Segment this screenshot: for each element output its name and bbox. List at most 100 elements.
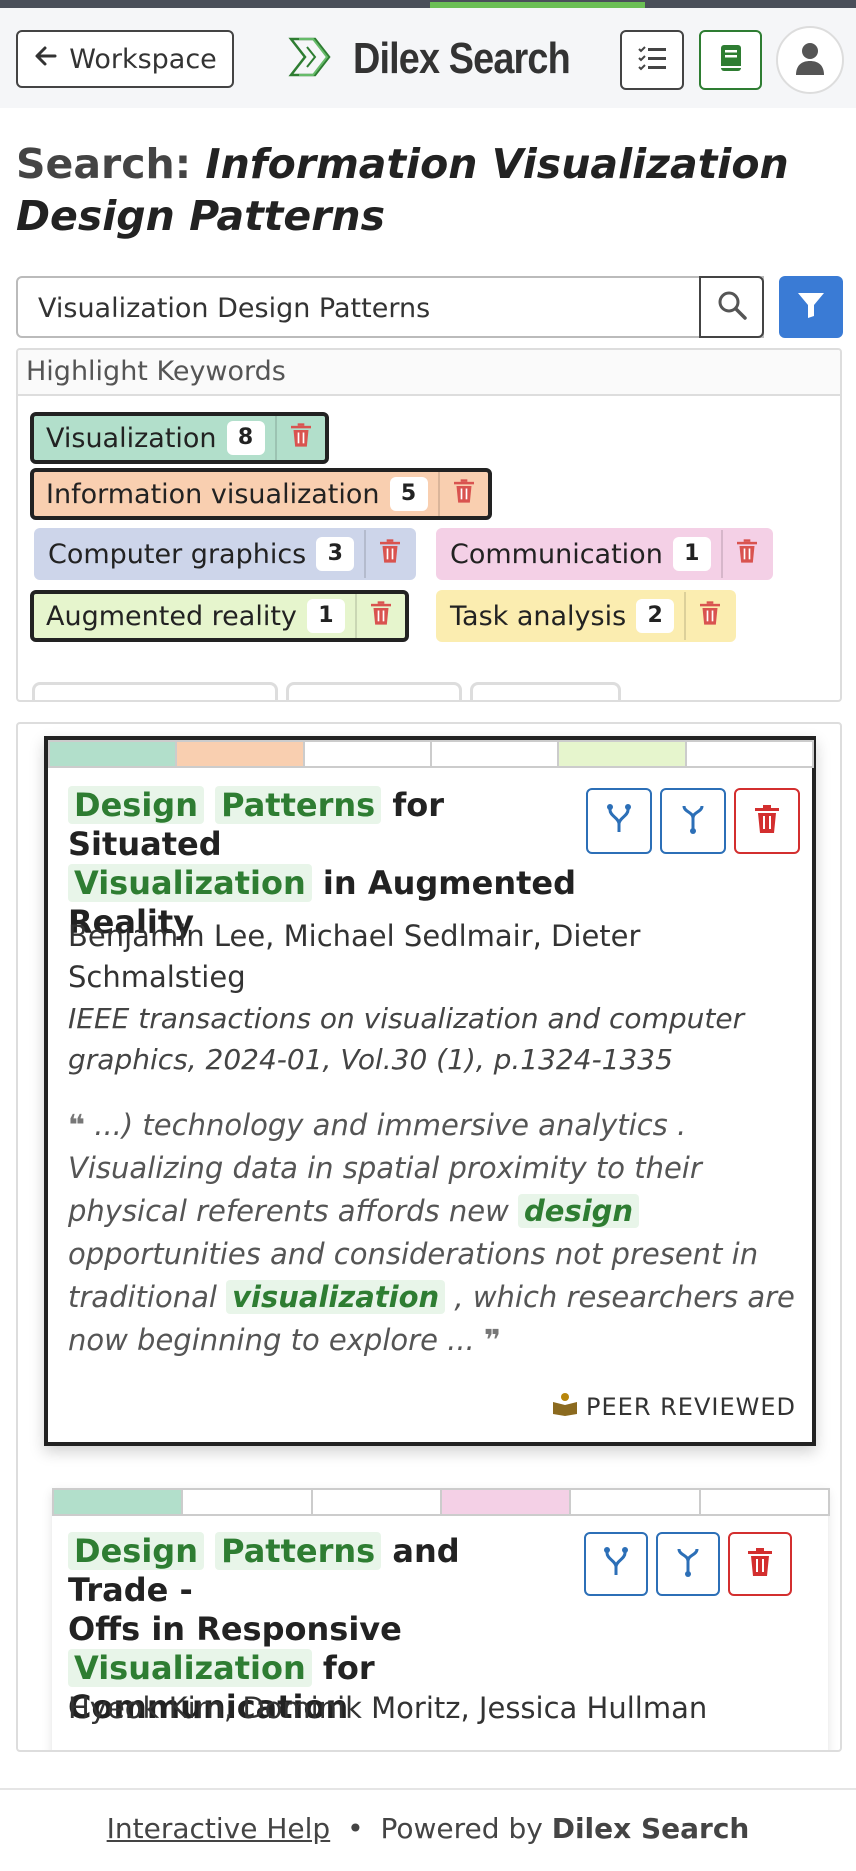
trash-icon [290,422,311,454]
top-progress-stripe [0,0,856,8]
search-button[interactable] [699,276,764,338]
trash-icon [370,600,391,632]
keyword-label: Augmented reality [46,600,297,632]
library-button[interactable] [699,30,762,90]
result-card[interactable]: Design Patterns for Situated Visualizati… [44,736,816,1446]
search-field [16,276,764,338]
title-prefix: Search: [16,140,192,188]
trash-icon [736,538,757,570]
keyword-delete-button[interactable] [437,472,488,516]
results-list: Design Patterns for Situated Visualizati… [16,722,842,1752]
strip-segment [439,1488,572,1516]
title-text: in Augmented [322,864,576,902]
search-icon [717,290,747,324]
keyword-chip[interactable]: Communication 1 [436,528,773,580]
keyword-label: Communication [450,538,663,570]
logo-icon [287,31,339,87]
trash-icon [755,805,779,837]
navbar: Workspace Dilex Search [0,8,856,108]
result-journal: IEEE transactions on visualization and c… [68,1002,745,1076]
app-name: Dilex Search [353,34,571,83]
trash-icon [453,478,474,510]
keyword-label: Information visualization [46,478,380,510]
keyword-count-badge: 2 [636,599,675,633]
keyword-label: Visualization [46,422,217,454]
title-highlight: Design [68,786,204,824]
result-card[interactable]: Design Patterns and Trade - Offs in Resp… [52,1488,830,1750]
app-logo[interactable]: Dilex Search [287,26,605,92]
keyword-chip[interactable]: Task analysis 2 [436,590,737,642]
keyword-color-strip [52,1488,830,1516]
title-highlight: Patterns [215,1532,382,1570]
search-input[interactable] [36,278,700,338]
badge-label: PEER REVIEWED [586,1393,796,1421]
strip-segment [181,1488,313,1516]
keyword-label: Task analysis [450,600,627,632]
arrow-left-icon [33,43,59,76]
title-text: for [322,1649,375,1687]
book-icon [719,44,743,76]
delete-result-button[interactable] [728,1532,792,1596]
keyword-chip[interactable]: Visualization 8 [30,412,329,464]
branch-button[interactable] [660,788,726,854]
trash-icon [700,600,721,632]
snippet-highlight: visualization [226,1280,446,1314]
strip-segment [310,1488,442,1516]
branch-icon [675,1547,701,1581]
branch-icon [680,804,706,838]
trash-icon [380,538,401,570]
keywords-header: Highlight Keywords [18,350,840,396]
highlight-keywords-panel: Highlight Keywords Visualization 8 Informa… [16,348,842,702]
result-authors: Hyeok Kim, Dominik Moritz, Jessica Hullm… [68,1691,708,1725]
strip-segment [48,740,178,768]
more-keywords-overflow [32,682,621,700]
page-title: Search: Information Visualization Design… [16,138,796,242]
keyword-count-badge: 1 [306,599,345,633]
merge-button[interactable] [586,788,652,854]
strip-segment [175,740,305,768]
keyword-chip[interactable]: Computer graphics 3 [34,528,417,580]
strip-segment [302,740,432,768]
keyword-delete-button[interactable] [684,592,734,640]
keyword-delete-button[interactable] [354,594,405,638]
filter-button[interactable] [779,276,843,338]
title-highlight: Visualization [68,864,312,902]
keyword-color-strip [48,740,814,768]
keyword-chip[interactable]: Augmented reality 1 [30,590,409,642]
title-highlight: Design [68,1532,204,1570]
user-avatar-button[interactable] [776,26,844,94]
powered-by-text: Powered by [380,1812,543,1845]
title-highlight: Patterns [215,786,382,824]
merge-button[interactable] [584,1532,648,1596]
delete-result-button[interactable] [734,788,800,854]
strip-segment [569,1488,701,1516]
strip-segment [557,740,687,768]
trash-icon [748,1548,772,1580]
keyword-count-badge: 1 [672,537,711,571]
keyword-delete-button[interactable] [364,530,414,578]
peer-reviewed-icon [552,1392,578,1422]
branch-button[interactable] [656,1532,720,1596]
keyword-label: Computer graphics [48,538,307,570]
user-icon [794,41,826,79]
title-text: Offs in Responsive [68,1610,402,1648]
quote-open-icon: ❝ [68,1108,86,1142]
footer-separator: • [347,1812,364,1845]
back-to-workspace-button[interactable]: Workspace [16,30,234,88]
strip-segment [52,1488,184,1516]
merge-icon [606,804,632,838]
keyword-delete-button[interactable] [274,416,325,460]
strip-segment [684,740,814,768]
title-highlight: Visualization [68,1649,312,1687]
quote-close-icon: ❞ [484,1323,502,1357]
keyword-delete-button[interactable] [720,530,771,578]
snippet-highlight: design [518,1194,640,1228]
reading-list-button[interactable] [620,30,684,90]
peer-reviewed-badge: PEER REVIEWED [552,1392,796,1422]
footer: Interactive Help • Powered by Dilex Sear… [0,1788,856,1871]
result-authors: Benjamin Lee, Michael Sedlmair, Dieter S… [68,919,641,994]
keyword-chip[interactable]: Information visualization 5 [30,468,492,520]
interactive-help-link[interactable]: Interactive Help [107,1812,331,1845]
workspace-label: Workspace [69,43,217,75]
footer-brand: Dilex Search [551,1812,750,1845]
